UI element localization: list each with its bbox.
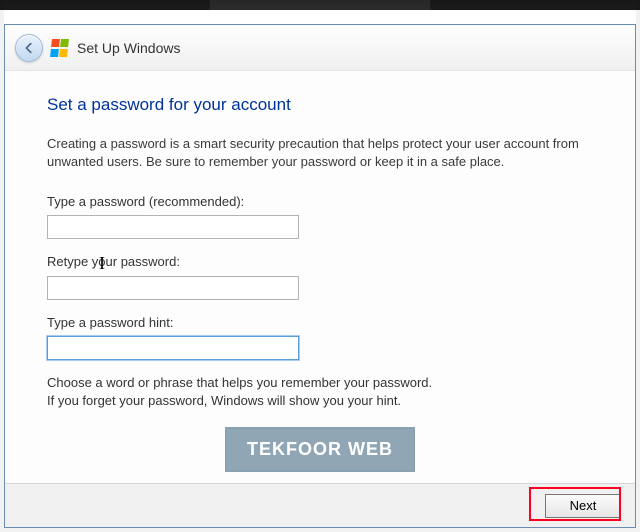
- next-button[interactable]: Next: [545, 494, 621, 518]
- hint-help-2: If you forget your password, Windows wil…: [47, 392, 587, 410]
- footer: Next: [5, 483, 635, 527]
- retype-label: Retype your password:: [47, 253, 593, 271]
- retype-password-input[interactable]: [47, 276, 299, 300]
- intro-text: Creating a password is a smart security …: [47, 135, 587, 171]
- password-label: Type a password (recommended):: [47, 193, 593, 211]
- hint-label: Type a password hint:: [47, 314, 593, 332]
- password-hint-input[interactable]: [47, 336, 299, 360]
- password-input[interactable]: [47, 215, 299, 239]
- back-arrow-icon: [22, 41, 36, 55]
- windows-flag-icon: [50, 39, 70, 57]
- back-button[interactable]: [15, 34, 43, 62]
- hint-help-1: Choose a word or phrase that helps you r…: [47, 374, 587, 392]
- setup-window: Set Up Windows Set a password for your a…: [4, 24, 636, 528]
- page-heading: Set a password for your account: [47, 93, 593, 117]
- content-area: Set a password for your account Creating…: [5, 71, 635, 483]
- titlebar: Set Up Windows: [5, 25, 635, 71]
- window-title: Set Up Windows: [77, 40, 180, 56]
- decorative-top-strip: [0, 0, 640, 10]
